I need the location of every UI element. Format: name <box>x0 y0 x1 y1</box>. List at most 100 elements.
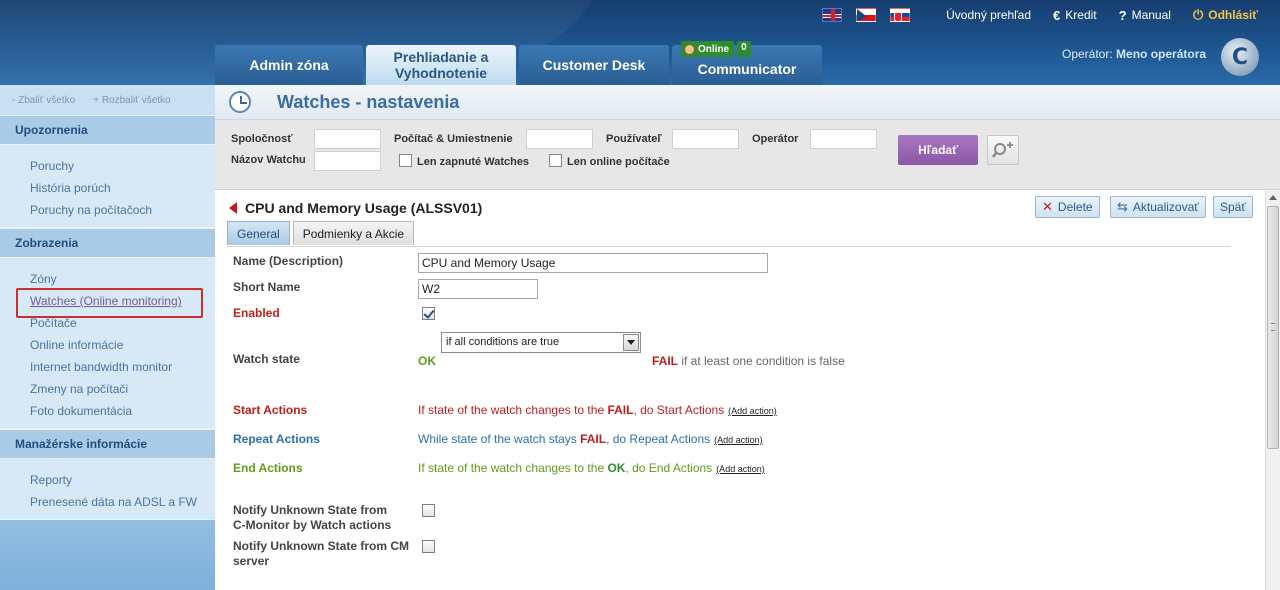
online-count: 0 <box>737 41 751 57</box>
tab-communicator-label: Communicator <box>697 61 797 77</box>
watch-name-label: Názov Watchu <box>231 154 306 166</box>
add-start-action-link[interactable]: (Add action) <box>728 406 777 416</box>
sidebar-item-photo-docs[interactable]: Foto dokumentácia <box>0 400 215 422</box>
sidebar-section-views[interactable]: Zobrazenia <box>0 228 215 258</box>
computer-location-input[interactable] <box>526 129 593 149</box>
scroll-thumb[interactable] <box>1267 206 1279 449</box>
enabled-checkbox[interactable] <box>422 307 435 320</box>
notify-cm-label: Notify Unknown State from C-Monitor by Wa… <box>233 503 391 533</box>
sidebar-item-computers[interactable]: Počítače <box>0 312 215 334</box>
page-header: Watches - nastavenia <box>215 85 1280 120</box>
add-repeat-action-link[interactable]: (Add action) <box>714 435 763 445</box>
euro-icon: € <box>1053 7 1061 23</box>
help-icon: ? <box>1118 7 1127 23</box>
page-title: Watches - nastavenia <box>277 91 460 112</box>
online-badge-label: Online <box>698 43 730 55</box>
update-button-label: Aktualizovať <box>1132 200 1199 214</box>
only-online-label: Len online počítače <box>567 156 670 168</box>
only-enabled-checkbox[interactable] <box>399 154 412 167</box>
sidebar-list-views: Zóny Watches (Online monitoring) Počítač… <box>0 258 215 429</box>
add-end-action-link[interactable]: (Add action) <box>716 464 765 474</box>
tab-customer-desk[interactable]: Customer Desk <box>519 45 669 85</box>
online-status[interactable]: Online 0 <box>681 41 751 57</box>
app-logo[interactable]: C <box>1221 38 1259 76</box>
operator-label: Operátor: <box>1062 47 1113 61</box>
end-actions-text: If state of the watch changes to the OK,… <box>418 461 765 475</box>
record-title: CPU and Memory Usage (ALSSV01) <box>229 200 482 216</box>
only-online-checkbox[interactable] <box>549 154 562 167</box>
delete-button-label: Delete <box>1057 200 1093 214</box>
content-scrollbar[interactable] <box>1265 190 1280 590</box>
sidebar-item-fault-history[interactable]: História porúch <box>0 177 215 199</box>
watch-name-input[interactable] <box>314 151 381 171</box>
user-avatar-icon <box>684 43 695 55</box>
sidebar-toggle-bar: - Zbaliť všetko + Rozbaliť všetko <box>0 85 215 115</box>
advanced-search-button[interactable] <box>987 135 1019 165</box>
watch-state-value: if all conditions are true <box>446 336 560 348</box>
collapse-all-link[interactable]: - Zbaliť všetko <box>12 95 75 106</box>
fail-text: if at least one condition is false <box>681 354 845 368</box>
tab-admin-zone[interactable]: Admin zóna <box>215 45 363 85</box>
fail-description: FAIL if at least one condition is false <box>652 354 845 368</box>
cz-flag-icon[interactable] <box>856 8 877 22</box>
watch-detail: CPU and Memory Usage (ALSSV01) ✕ Delete ⇆… <box>215 190 1265 590</box>
start-fail: FAIL <box>607 403 634 417</box>
sidebar-item-adsl-data[interactable]: Prenesené dáta na ADSL a FW <box>0 491 215 513</box>
computer-location-label: Počítač & Umiestnenie <box>394 133 513 145</box>
repeat-pre: While state of the watch stays <box>418 432 581 446</box>
credit-link-label: Kredit <box>1065 8 1097 22</box>
sidebar-item-online-info[interactable]: Online informácie <box>0 334 215 356</box>
short-name-input[interactable] <box>418 279 538 299</box>
update-button[interactable]: ⇆ Aktualizovať <box>1110 196 1206 218</box>
overview-link[interactable]: Úvodný prehľad <box>946 8 1031 22</box>
sidebar-section-management[interactable]: Manažérske informácie <box>0 429 215 459</box>
uk-flag-icon[interactable] <box>822 8 843 22</box>
sidebar-item-watches[interactable]: Watches (Online monitoring) <box>0 288 215 318</box>
notify-server-checkbox[interactable] <box>422 540 435 553</box>
user-input[interactable] <box>672 129 739 149</box>
sidebar-section-alerts[interactable]: Upozornenia <box>0 115 215 145</box>
refresh-icon: ⇆ <box>1117 199 1128 214</box>
sidebar-item-computer-faults[interactable]: Poruchy na počítačoch <box>0 199 215 221</box>
overview-link-label: Úvodný prehľad <box>946 8 1032 22</box>
sidebar-item-bandwidth[interactable]: Internet bandwidth monitor <box>0 356 215 378</box>
scroll-up-icon[interactable] <box>1266 190 1280 204</box>
operator-input[interactable] <box>810 129 877 149</box>
delete-button[interactable]: ✕ Delete <box>1035 196 1100 218</box>
short-name-label: Short Name <box>233 280 301 294</box>
watch-state-select[interactable]: if all conditions are true <box>441 332 641 353</box>
tab-general[interactable]: General <box>227 221 290 245</box>
back-button[interactable]: Späť <box>1213 196 1253 218</box>
sidebar-item-zones[interactable]: Zóny <box>0 268 215 290</box>
sidebar: - Zbaliť všetko + Rozbaliť všetko Upozor… <box>0 85 215 590</box>
back-button-label: Späť <box>1220 200 1246 214</box>
name-input[interactable] <box>418 253 768 273</box>
sidebar-item-reports[interactable]: Reporty <box>0 469 215 491</box>
top-links: Úvodný prehľad € Kredit ? Manual ⏻ Odhlásiť <box>822 7 1258 23</box>
tab-review[interactable]: Prehliadanie a Vyhodnotenie <box>366 45 516 85</box>
fail-label: FAIL <box>652 354 678 368</box>
sidebar-item-watches-label: Watches (Online monitoring) <box>30 294 182 308</box>
company-input[interactable] <box>314 129 381 149</box>
tab-conditions-actions[interactable]: Podmienky a Akcie <box>292 221 415 245</box>
notify-server-line2: server <box>233 554 270 568</box>
sidebar-list-management: Reporty Prenesené dáta na ADSL a FW <box>0 459 215 520</box>
expand-all-link[interactable]: + Rozbaliť všetko <box>93 95 170 106</box>
start-actions-label: Start Actions <box>233 403 308 417</box>
repeat-actions-text: While state of the watch stays FAIL, do … <box>418 432 763 446</box>
end-ok: OK <box>607 461 626 475</box>
ok-label: OK <box>418 354 436 368</box>
tab-customer-desk-label: Customer Desk <box>542 57 646 73</box>
credit-link[interactable]: € Kredit <box>1053 8 1097 23</box>
logout-link[interactable]: ⏻ Odhlásiť <box>1193 7 1258 23</box>
notify-server-label: Notify Unknown State from CM server <box>233 539 409 569</box>
notify-cm-checkbox[interactable] <box>422 504 435 517</box>
sidebar-item-changes[interactable]: Zmeny na počítači <box>0 378 215 400</box>
sk-flag-icon[interactable] <box>890 8 911 22</box>
search-button[interactable]: Hľadať <box>898 135 978 165</box>
start-post: , do Start Actions <box>633 403 725 417</box>
sidebar-item-faults[interactable]: Poruchy <box>0 155 215 177</box>
notify-server-line1: Notify Unknown State from CM <box>233 539 409 553</box>
manual-link[interactable]: ? Manual <box>1119 8 1171 23</box>
zoom-plus-icon <box>992 142 1013 158</box>
